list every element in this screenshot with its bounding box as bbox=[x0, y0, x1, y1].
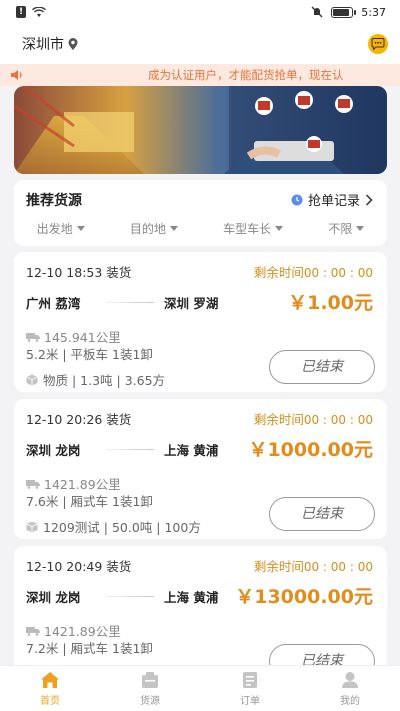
price: ￥1.00元 bbox=[288, 292, 373, 314]
filter-label: 车型车长 bbox=[223, 222, 272, 236]
tab-label: 订单 bbox=[240, 695, 260, 707]
city-selector[interactable]: 深圳市 bbox=[22, 34, 78, 54]
chat-bubble-icon bbox=[371, 38, 385, 50]
tab-orders[interactable]: 订单 bbox=[220, 671, 280, 707]
route-line bbox=[106, 302, 154, 303]
route-from: 深圳 龙岗 bbox=[26, 443, 81, 458]
remaining-time: 剩余时间00 : 00 : 00 bbox=[254, 409, 373, 428]
tab-profile[interactable]: 我的 bbox=[320, 671, 380, 707]
message-button[interactable] bbox=[368, 34, 388, 54]
price: ￥1000.00元 bbox=[248, 439, 373, 461]
battery-icon bbox=[331, 6, 357, 18]
truck-icon bbox=[26, 626, 40, 636]
goods-value: 1209测试 | 50.0吨 | 100方 bbox=[43, 520, 201, 535]
remaining-value: 00 : 00 : 00 bbox=[303, 560, 373, 574]
remaining-label: 剩余时间 bbox=[253, 559, 304, 574]
status-bar: ! 5:37 bbox=[0, 0, 400, 24]
status-button[interactable]: 已结束 bbox=[269, 497, 375, 531]
route: 深圳 龙岗 上海 黄浦 bbox=[26, 440, 226, 459]
load-time: 12-10 20:26 装货 bbox=[26, 412, 132, 427]
bottom-tab-bar: 首页 货源 订单 我的 bbox=[0, 665, 400, 711]
goods-value: 物质 | 1.3吨 | 3.65方 bbox=[43, 373, 166, 388]
dropdown-arrow-icon bbox=[356, 226, 365, 231]
package-icon bbox=[26, 521, 38, 532]
load-time: 12-10 18:53 装货 bbox=[26, 265, 132, 280]
tab-cargo[interactable]: 货源 bbox=[120, 671, 180, 707]
route-to: 上海 黄浦 bbox=[164, 590, 219, 605]
chevron-right-icon bbox=[365, 193, 373, 206]
notice-bar[interactable]: 成为认证用户，才能配货抢单，现在认 bbox=[0, 64, 400, 86]
wifi-icon bbox=[32, 6, 46, 17]
profile-icon bbox=[342, 671, 358, 688]
goods-info: 物质 | 1.3吨 | 3.65方 bbox=[26, 370, 165, 389]
cargo-card[interactable]: 12-10 18:53 装货 剩余时间00 : 00 : 00 广州 荔湾 深圳… bbox=[14, 252, 387, 392]
remaining-value: 00 : 00 : 00 bbox=[303, 266, 373, 280]
route-to: 上海 黄浦 bbox=[164, 443, 219, 458]
remaining-label: 剩余时间 bbox=[253, 412, 304, 427]
route-from: 深圳 龙岗 bbox=[26, 590, 81, 605]
filter-label: 出发地 bbox=[36, 222, 73, 236]
route: 广州 荔湾 深圳 罗湖 bbox=[26, 293, 226, 312]
tab-label: 首页 bbox=[40, 695, 60, 707]
clock-icon bbox=[291, 194, 303, 205]
section-title: 推荐货源 bbox=[26, 193, 82, 209]
speaker-icon bbox=[11, 70, 22, 80]
route-to: 深圳 罗湖 bbox=[164, 296, 219, 311]
recommend-section: 推荐货源 抢单记录 出发地 目的地 车型车长 不限 bbox=[14, 180, 387, 246]
truck-info: 7.6米 | 厢式车 1装1卸 bbox=[26, 494, 153, 509]
truck-info: 7.2米 | 厢式车 1装1卸 bbox=[26, 641, 153, 656]
notification-icon: ! bbox=[16, 6, 26, 18]
filter-label: 目的地 bbox=[129, 222, 166, 236]
price: ￥13000.00元 bbox=[235, 586, 373, 608]
filter-origin[interactable]: 出发地 bbox=[37, 220, 85, 237]
truck-info: 5.2米 | 平板车 1装1卸 bbox=[26, 347, 153, 362]
tab-label: 货源 bbox=[140, 695, 160, 707]
remaining-time: 剩余时间00 : 00 : 00 bbox=[254, 556, 373, 575]
dropdown-arrow-icon bbox=[275, 226, 284, 231]
home-icon bbox=[41, 671, 59, 688]
dropdown-arrow-icon bbox=[169, 226, 178, 231]
cargo-icon bbox=[142, 671, 158, 688]
order-icon bbox=[243, 671, 257, 688]
tab-label: 我的 bbox=[340, 695, 360, 707]
route-from: 广州 荔湾 bbox=[26, 296, 81, 311]
status-time: 5:37 bbox=[361, 5, 386, 19]
truck-icon bbox=[26, 332, 40, 342]
remaining-value: 00 : 00 : 00 bbox=[303, 413, 373, 427]
tab-home[interactable]: 首页 bbox=[20, 671, 80, 707]
route-line bbox=[106, 596, 154, 597]
city-label: 深圳市 bbox=[22, 37, 64, 53]
package-icon bbox=[26, 374, 38, 385]
filter-unlimited[interactable]: 不限 bbox=[328, 220, 365, 237]
route-line bbox=[106, 449, 154, 450]
notice-text: 成为认证用户，才能配货抢单，现在认 bbox=[148, 68, 344, 82]
goods-info: 1209测试 | 50.0吨 | 100方 bbox=[26, 517, 201, 536]
location-pin-icon bbox=[68, 38, 78, 50]
filter-destination[interactable]: 目的地 bbox=[130, 220, 178, 237]
banner-image bbox=[14, 86, 387, 174]
header: 深圳市 bbox=[0, 24, 400, 64]
dropdown-arrow-icon bbox=[76, 226, 85, 231]
cargo-card[interactable]: 12-10 20:26 装货 剩余时间00 : 00 : 00 深圳 龙岗 上海… bbox=[14, 399, 387, 539]
load-time: 12-10 20:49 装货 bbox=[26, 559, 132, 574]
remaining-time: 剩余时间00 : 00 : 00 bbox=[254, 262, 373, 281]
truck-icon bbox=[26, 479, 40, 489]
promo-banner[interactable] bbox=[14, 86, 387, 174]
remaining-label: 剩余时间 bbox=[253, 265, 304, 280]
grab-records-label: 抢单记录 bbox=[307, 194, 360, 209]
status-button[interactable]: 已结束 bbox=[269, 350, 375, 384]
route: 深圳 龙岗 上海 黄浦 bbox=[26, 587, 226, 606]
filter-vehicle[interactable]: 车型车长 bbox=[223, 220, 284, 237]
mute-icon bbox=[311, 6, 323, 18]
filter-label: 不限 bbox=[328, 222, 353, 236]
grab-records-link[interactable]: 抢单记录 bbox=[291, 190, 373, 209]
